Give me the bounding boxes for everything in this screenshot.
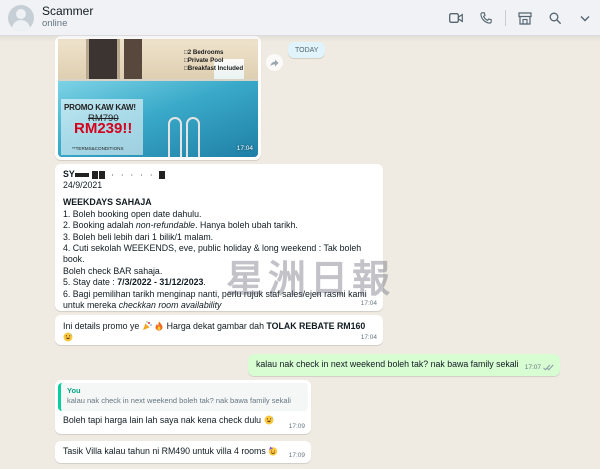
- message-time: 17:09: [288, 451, 305, 459]
- avatar[interactable]: [8, 4, 34, 31]
- reply-message[interactable]: You kalau nak check in next weekend bole…: [55, 380, 311, 434]
- message-text: Boleh tapi harga lain lah saya nak kena …: [63, 415, 262, 425]
- sender-line: SY · · · · ·: [63, 169, 375, 180]
- redaction-mark: [158, 170, 165, 179]
- message-date: 24/9/2021: [63, 180, 103, 190]
- grinning-sweat-icon: [63, 332, 73, 342]
- photo-pool-rail: [168, 117, 182, 157]
- avatar-head-shape: [16, 8, 26, 19]
- feature-item: □Private Pool: [184, 57, 224, 65]
- message-text: Tasik Villa kalau tahun ni RM490 untuk v…: [63, 446, 266, 456]
- search-icon[interactable]: [540, 0, 570, 36]
- promo-photo[interactable]: □2 Bedrooms □Private Pool □Breakfast Inc…: [58, 39, 258, 157]
- redaction-mark: [99, 170, 106, 179]
- shop-icon[interactable]: [510, 0, 540, 36]
- details-heading: WEEKDAYS SAHAJA: [63, 197, 152, 208]
- message-time: 17:07: [524, 363, 541, 371]
- details-line-part: . Hanya boleh ubah tarikh.: [195, 220, 298, 231]
- details-line-part: untuk mereka: [63, 300, 119, 311]
- message-text: Ini details promo ye: [63, 321, 140, 331]
- message-text: Harga dekat gambar dah: [166, 321, 267, 331]
- fire-icon: [155, 321, 163, 331]
- details-line-italic: checkkan room availability: [118, 300, 222, 311]
- new-price: RM239!!: [74, 120, 133, 137]
- stay-date: 7/3/2022 - 31/12/2023: [117, 277, 204, 288]
- terms-text: **TERMS&CONDITIONS: [72, 146, 124, 151]
- date-divider: TODAY: [288, 42, 326, 58]
- message-time: 17:04: [236, 144, 253, 152]
- reply-text-row: Boleh tapi harga lain lah saya nak kena …: [58, 411, 308, 426]
- double-check-icon: [543, 364, 554, 371]
- contact-info[interactable]: Scammer online: [42, 4, 94, 30]
- feature-list: □2 Bedrooms □Private Pool □Breakfast Inc…: [184, 49, 243, 74]
- forward-icon: [270, 59, 279, 66]
- quoted-text: kalau nak check in next weekend boleh ta…: [67, 396, 291, 405]
- feature-item: □Breakfast Included: [184, 65, 244, 73]
- avatar-body-shape: [12, 19, 30, 31]
- voice-call-icon[interactable]: [471, 0, 501, 36]
- quoted-author: You: [67, 386, 81, 395]
- contact-name: Scammer: [42, 4, 94, 19]
- message-text: kalau nak check in next weekend boleh ta…: [256, 359, 519, 369]
- header-actions: [441, 0, 600, 36]
- message-meta: 17:07: [525, 362, 554, 373]
- grinning-sweat-icon: [264, 415, 274, 425]
- party-face-icon: [269, 446, 278, 456]
- chat-area[interactable]: □2 Bedrooms □Private Pool □Breakfast Inc…: [0, 36, 600, 469]
- chevron-down-icon[interactable]: [570, 0, 600, 36]
- feature-item: □2 Bedrooms: [184, 49, 224, 56]
- promo-title: PROMO KAW KAW!: [64, 103, 136, 112]
- image-message[interactable]: □2 Bedrooms □Private Pool □Breakfast Inc…: [55, 36, 261, 160]
- details-line-part: 2. Booking adalah: [63, 220, 136, 231]
- video-call-icon[interactable]: [441, 0, 471, 36]
- header-divider: [505, 10, 506, 26]
- incoming-message[interactable]: Tasik Villa kalau tahun ni RM490 untuk v…: [55, 441, 311, 463]
- redaction-mark: [74, 172, 89, 177]
- details-line-part: .: [203, 277, 206, 288]
- details-line-part: 5. Stay date :: [63, 277, 118, 288]
- quoted-message[interactable]: You kalau nak check in next weekend bole…: [58, 383, 308, 411]
- party-popper-icon: [142, 321, 152, 330]
- chat-header[interactable]: Scammer online: [0, 0, 600, 36]
- forward-button[interactable]: [266, 54, 283, 71]
- photo-pool-rail: [186, 117, 200, 157]
- details-line: 3. Boleh beli lebih dari 1 bilik/1 malam…: [63, 231, 214, 242]
- details-line: 2. Booking adalah non-refundable. Hanya …: [63, 220, 375, 231]
- redaction-mark: [92, 170, 99, 179]
- details-line: 1. Boleh booking open date dahulu.: [63, 208, 202, 219]
- header-shadow: [0, 36, 600, 42]
- outgoing-message[interactable]: kalau nak check in next weekend boleh ta…: [248, 354, 560, 376]
- contact-status: online: [42, 17, 68, 29]
- message-text-bold: TOLAK REBATE RM160: [266, 321, 366, 331]
- message-time: 17:09: [288, 422, 305, 430]
- watermark: 星洲日報: [226, 256, 395, 301]
- message-time: 17:04: [360, 333, 377, 341]
- sender-prefix: SY: [63, 169, 75, 179]
- promo-message[interactable]: Ini details promo ye Harga dekat gambar …: [55, 315, 383, 345]
- redacted-text: · · · · ·: [111, 173, 156, 179]
- details-line-italic: non-refundable: [135, 220, 196, 231]
